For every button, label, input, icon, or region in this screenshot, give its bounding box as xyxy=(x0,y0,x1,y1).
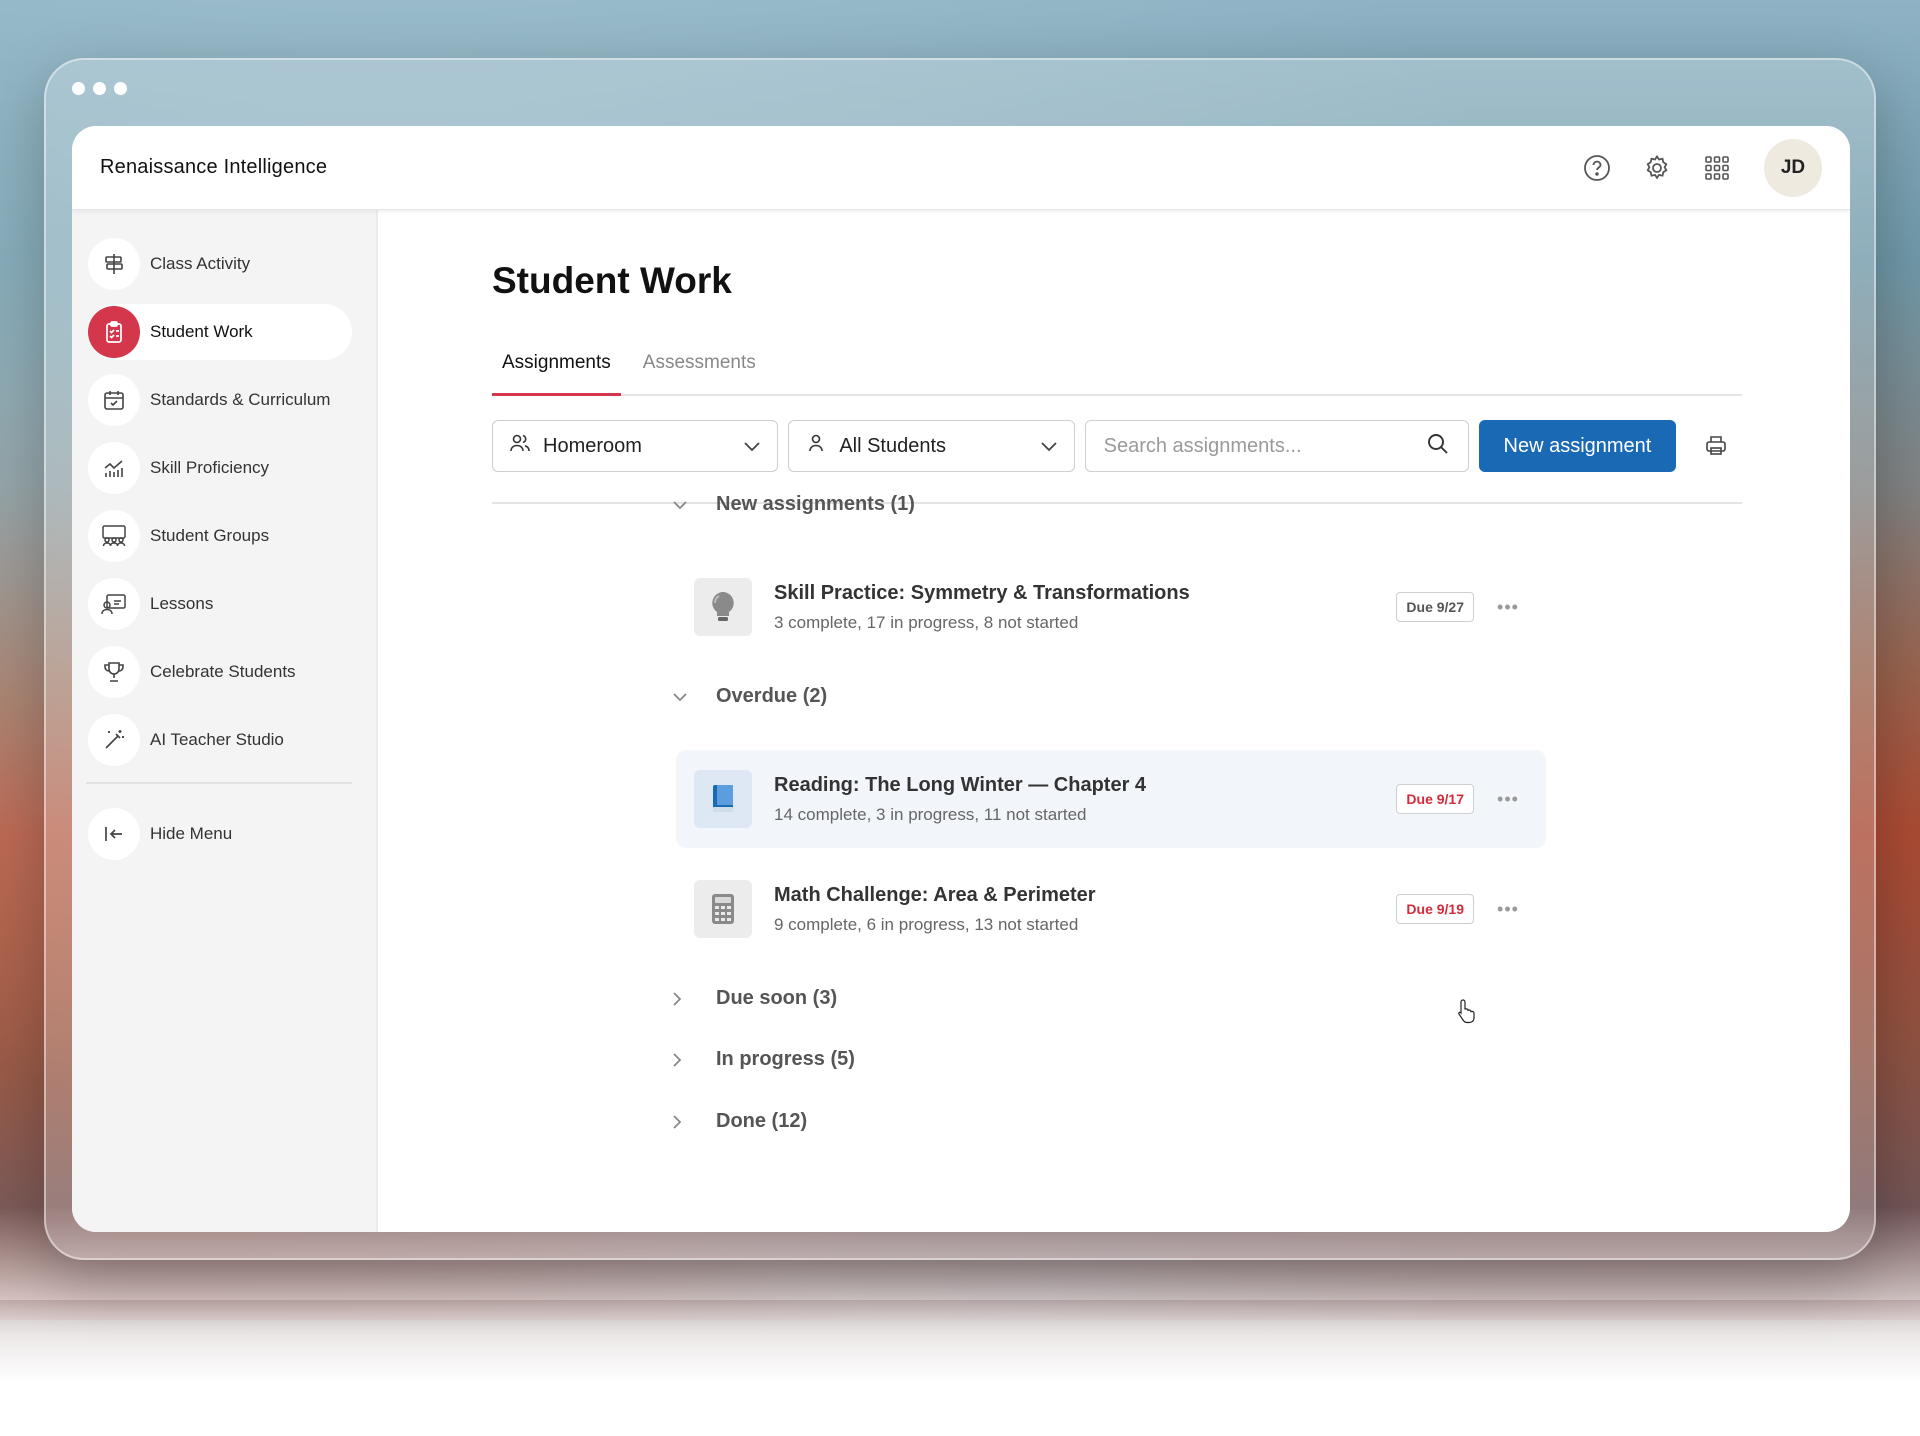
section-label: In progress (5) xyxy=(716,1048,855,1070)
header-actions: JD xyxy=(1580,138,1822,197)
help-icon[interactable] xyxy=(1580,151,1614,185)
section-in-progress[interactable]: In progress (5) xyxy=(672,1048,855,1071)
sidebar-item-label: Student Work xyxy=(150,322,253,341)
assignment-title: Reading: The Long Winter — Chapter 4 xyxy=(774,773,1147,796)
search-icon[interactable] xyxy=(1426,432,1450,461)
section-overdue[interactable]: Overdue (2) xyxy=(672,685,827,708)
sidebar-item-label: Lessons xyxy=(150,594,214,613)
hide-menu-label: Hide Menu xyxy=(150,824,233,843)
window-dot[interactable] xyxy=(93,82,106,95)
presenter-icon xyxy=(88,578,140,630)
brand-logo[interactable]: Renaissance Intelligence xyxy=(100,156,327,179)
assignment-row[interactable]: Math Challenge: Area & Perimeter 9 compl… xyxy=(676,860,1546,958)
chevron-right-icon xyxy=(672,991,694,1007)
sidebar-item-lessons[interactable]: Lessons xyxy=(88,576,352,632)
sidebar-item-label: Celebrate Students xyxy=(150,662,296,681)
window-dot[interactable] xyxy=(114,82,127,95)
tab-assignments[interactable]: Assignments xyxy=(492,340,621,396)
section-due-soon[interactable]: Due soon (3) xyxy=(672,987,837,1010)
print-icon[interactable] xyxy=(1690,420,1742,472)
user-icon xyxy=(805,432,827,460)
sidebar-item-skill-proficiency[interactable]: Skill Proficiency xyxy=(88,440,352,496)
sidebar-item-student-groups[interactable]: Student Groups xyxy=(88,508,352,564)
more-options-icon[interactable]: ••• xyxy=(1488,789,1528,810)
assignment-title: Math Challenge: Area & Perimeter xyxy=(774,883,1096,906)
chevron-right-icon xyxy=(672,1052,694,1068)
calculator-icon xyxy=(694,880,752,938)
sidebar-divider xyxy=(86,782,352,784)
apps-grid-icon[interactable] xyxy=(1700,151,1734,185)
section-done[interactable]: Done (12) xyxy=(672,1110,807,1133)
trophy-icon xyxy=(88,646,140,698)
due-date-badge: Due 9/17 xyxy=(1396,784,1474,814)
user-avatar[interactable]: JD xyxy=(1764,138,1822,197)
student-select[interactable]: All Students xyxy=(788,420,1075,472)
calendar-check-icon xyxy=(88,374,140,426)
assignment-progress: 3 complete, 17 in progress, 8 not starte… xyxy=(774,612,1079,632)
assignment-row[interactable]: Reading: The Long Winter — Chapter 4 14 … xyxy=(676,750,1546,848)
due-date-badge: Due 9/27 xyxy=(1396,592,1474,622)
tab-assessments[interactable]: Assessments xyxy=(633,340,766,396)
new-assignment-button[interactable]: New assignment xyxy=(1478,420,1677,472)
browser-window: Renaissance Intelligence JD Class Activi… xyxy=(44,58,1876,1260)
class-select[interactable]: Homeroom xyxy=(492,420,779,472)
signpost-icon xyxy=(88,238,140,290)
student-select-value: All Students xyxy=(839,434,947,457)
sidebar-item-ai-teacher-studio[interactable]: AI Teacher Studio xyxy=(88,712,352,768)
chevron-down-icon xyxy=(743,435,761,458)
pointer-cursor-icon xyxy=(1456,998,1478,1029)
magic-wand-icon xyxy=(88,714,140,766)
section-label: Due soon (3) xyxy=(716,987,838,1009)
sidebar: Class Activity Student Work Standards & … xyxy=(72,210,378,1232)
more-options-icon[interactable]: ••• xyxy=(1488,597,1528,618)
collapse-menu-icon xyxy=(88,808,140,860)
sidebar-item-label: AI Teacher Studio xyxy=(150,730,284,749)
chevron-down-icon xyxy=(672,500,694,510)
assignment-progress: 9 complete, 6 in progress, 13 not starte… xyxy=(774,914,1079,934)
clipboard-icon xyxy=(88,306,140,358)
tab-bar: Assignments Assessments xyxy=(492,340,1742,396)
assignment-title: Skill Practice: Symmetry & Transformatio… xyxy=(774,581,1190,604)
book-icon xyxy=(694,770,752,828)
search-box xyxy=(1084,420,1469,472)
sidebar-item-celebrate-students[interactable]: Celebrate Students xyxy=(88,644,352,700)
sidebar-item-label: Standards & Curriculum xyxy=(150,390,331,409)
section-label: Overdue (2) xyxy=(716,685,828,707)
app-frame: Renaissance Intelligence JD Class Activi… xyxy=(72,126,1850,1232)
hide-menu-button[interactable]: Hide Menu xyxy=(88,806,352,862)
background-fade xyxy=(0,1300,1920,1436)
window-dot[interactable] xyxy=(72,82,85,95)
chevron-down-icon xyxy=(672,692,694,702)
sidebar-item-label: Class Activity xyxy=(150,254,251,273)
users-icon xyxy=(509,432,531,460)
page-title: Student Work xyxy=(492,260,732,301)
lightbulb-icon xyxy=(694,578,752,636)
sidebar-item-label: Skill Proficiency xyxy=(150,458,270,477)
class-select-value: Homeroom xyxy=(543,434,642,457)
filter-bar: Homeroom All Students New assignment xyxy=(492,420,1742,504)
assignment-progress: 14 complete, 3 in progress, 11 not start… xyxy=(774,804,1087,824)
more-options-icon[interactable]: ••• xyxy=(1488,899,1528,920)
section-label: Done (12) xyxy=(716,1110,808,1132)
main-content: Student Work Assignments Assessments Hom… xyxy=(378,210,1850,1232)
settings-gear-icon[interactable] xyxy=(1640,151,1674,185)
window-controls xyxy=(72,82,127,95)
top-bar: Renaissance Intelligence JD xyxy=(72,126,1850,210)
search-input[interactable] xyxy=(1103,434,1426,458)
sidebar-item-standards-curriculum[interactable]: Standards & Curriculum xyxy=(88,372,352,428)
chevron-right-icon xyxy=(672,1114,694,1130)
chevron-down-icon xyxy=(1040,435,1058,458)
sidebar-item-label: Student Groups xyxy=(150,526,270,545)
section-new-assignments[interactable]: New assignments (1) xyxy=(672,493,915,516)
due-date-badge: Due 9/19 xyxy=(1396,894,1474,924)
group-icon xyxy=(88,510,140,562)
section-label: New assignments (1) xyxy=(716,493,915,515)
assignment-row[interactable]: Skill Practice: Symmetry & Transformatio… xyxy=(676,558,1546,656)
sidebar-item-class-activity[interactable]: Class Activity xyxy=(88,236,352,292)
chart-line-icon xyxy=(88,442,140,494)
sidebar-item-student-work[interactable]: Student Work xyxy=(88,304,352,360)
